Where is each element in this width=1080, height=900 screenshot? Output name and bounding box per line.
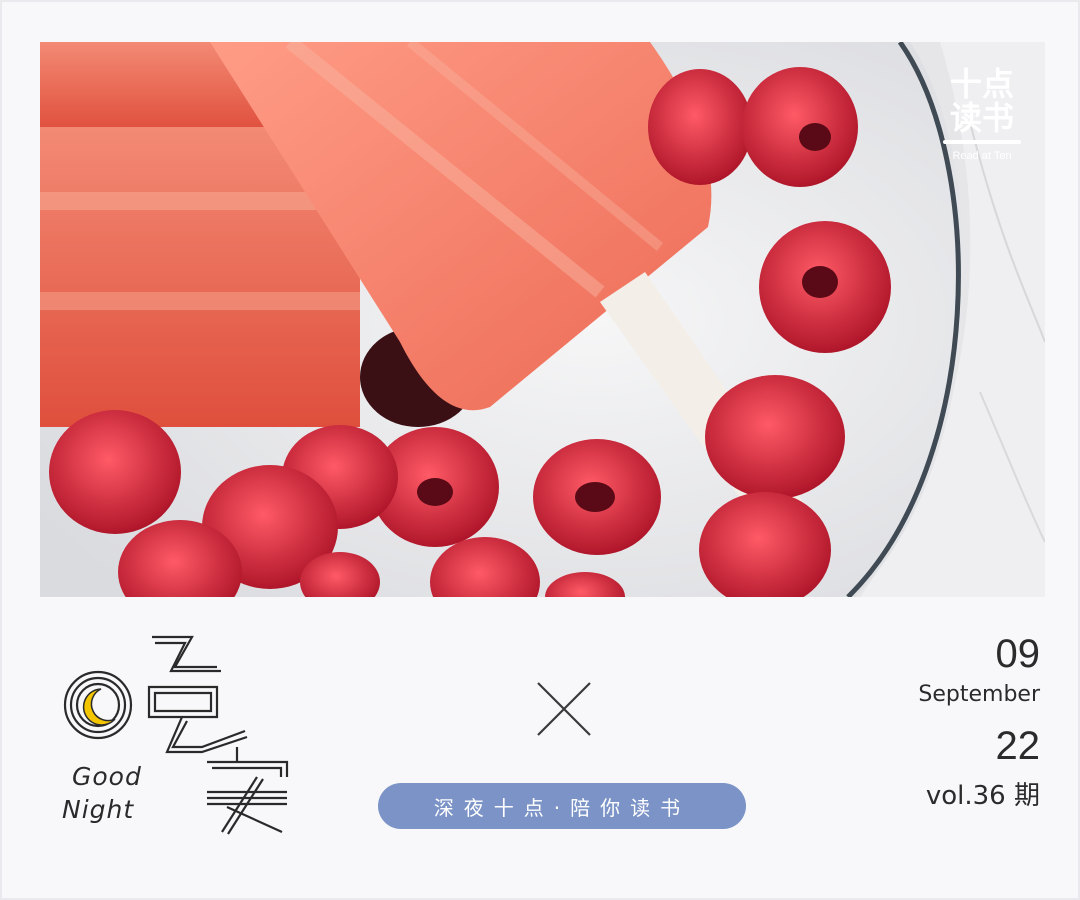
greeting-english-good: Good (72, 762, 142, 791)
popsicle-raspberry-illustration (40, 42, 1045, 597)
issue-volume: vol.36 期 (925, 781, 1040, 811)
brand-underline (943, 140, 1021, 144)
brand-subtitle: Read at Ten (952, 150, 1012, 162)
date-month-name: September (918, 682, 1040, 707)
greeting-english-night: Night (62, 795, 135, 824)
brand-name-line2: 读书 (949, 99, 1014, 137)
date-month: 09 (995, 632, 1041, 676)
cross-icon (537, 682, 591, 736)
brand-logo: 十点 读书 Read at Ten (937, 64, 1027, 174)
crescent-moon-icon (82, 688, 116, 726)
date-block: 09 September 22 vol.36 期 (918, 630, 1040, 816)
slogan-badge: 深夜十点·陪你读书 (378, 783, 746, 829)
header-photo: 十点 读书 Read at Ten (40, 42, 1045, 597)
greeting-card: 十点 读书 Read at Ten Good Night 深夜十点·陪你读书 0… (0, 0, 1080, 900)
date-day: 22 (995, 724, 1041, 768)
brand-name-line1: 十点 (949, 65, 1014, 103)
